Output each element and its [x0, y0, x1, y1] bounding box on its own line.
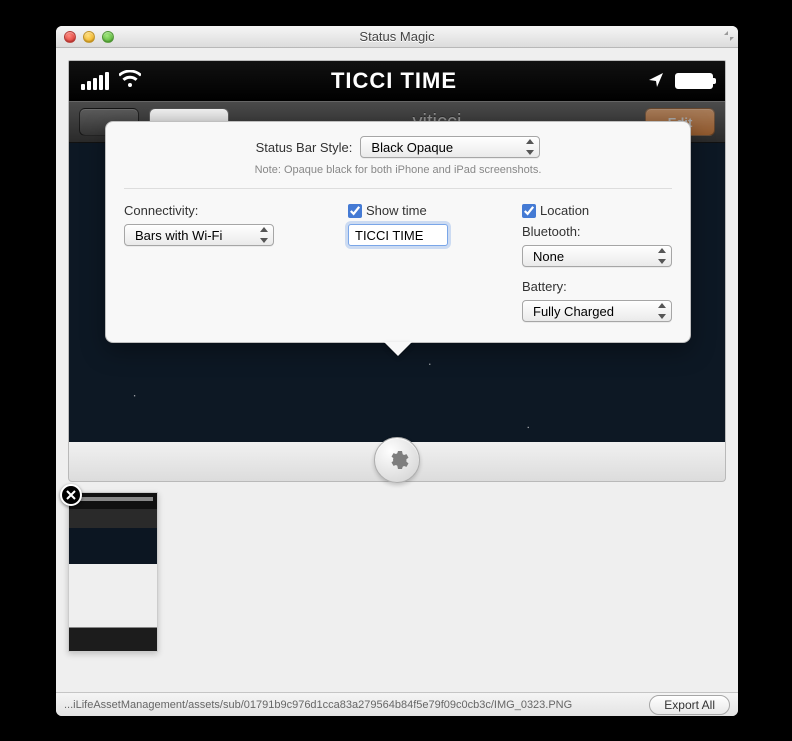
file-path: ...iLifeAssetManagement/assets/sub/01791… [64, 699, 641, 711]
time-input[interactable] [348, 224, 448, 246]
settings-strip [68, 442, 726, 482]
time-column: Show time [348, 203, 448, 322]
signal-bars-icon [81, 72, 109, 90]
window-title: Status Magic [359, 29, 434, 44]
battery-select[interactable]: Fully Charged [522, 300, 672, 322]
battery-icon [675, 73, 713, 89]
gear-icon [385, 448, 409, 472]
minimize-button[interactable] [83, 31, 95, 43]
preview-status-bar: TICCI TIME [69, 61, 725, 101]
style-note: Note: Opaque black for both iPhone and i… [124, 164, 672, 189]
status-bar-time: TICCI TIME [141, 68, 647, 94]
battery-label: Battery: [522, 279, 672, 294]
location-arrow-icon [647, 71, 665, 92]
window-controls [64, 31, 114, 43]
screenshot-thumbnail[interactable] [68, 492, 158, 652]
connectivity-label: Connectivity: [124, 203, 274, 218]
bluetooth-select[interactable]: None [522, 245, 672, 267]
zoom-button[interactable] [102, 31, 114, 43]
close-button[interactable] [64, 31, 76, 43]
show-time-checkbox[interactable] [348, 204, 362, 218]
status-footer: ...iLifeAssetManagement/assets/sub/01791… [56, 692, 738, 716]
export-all-button[interactable]: Export All [649, 695, 730, 715]
close-icon [66, 490, 76, 500]
wifi-icon [119, 70, 141, 92]
right-column: Location Bluetooth: None Battery: Fully … [522, 203, 672, 322]
titlebar[interactable]: Status Magic [56, 26, 738, 48]
gear-button[interactable] [374, 437, 420, 483]
show-time-label: Show time [366, 203, 427, 218]
bluetooth-label: Bluetooth: [522, 224, 672, 239]
preview-pane: TICCI TIME viticci Edit Status Bar Style… [68, 60, 726, 460]
location-label: Location [540, 203, 589, 218]
connectivity-select[interactable]: Bars with Wi-Fi [124, 224, 274, 246]
style-label: Status Bar Style: [256, 140, 353, 155]
location-checkbox[interactable] [522, 204, 536, 218]
thumbnail-remove-button[interactable] [60, 484, 82, 506]
style-select[interactable]: Black Opaque [360, 136, 540, 158]
fullscreen-icon[interactable] [723, 30, 735, 45]
thumbnails-area [56, 482, 738, 672]
app-window: Status Magic TICCI TIME viticci Edit [56, 26, 738, 716]
settings-popover: Status Bar Style: Black Opaque Note: Opa… [105, 121, 691, 343]
connectivity-column: Connectivity: Bars with Wi-Fi [124, 203, 274, 322]
